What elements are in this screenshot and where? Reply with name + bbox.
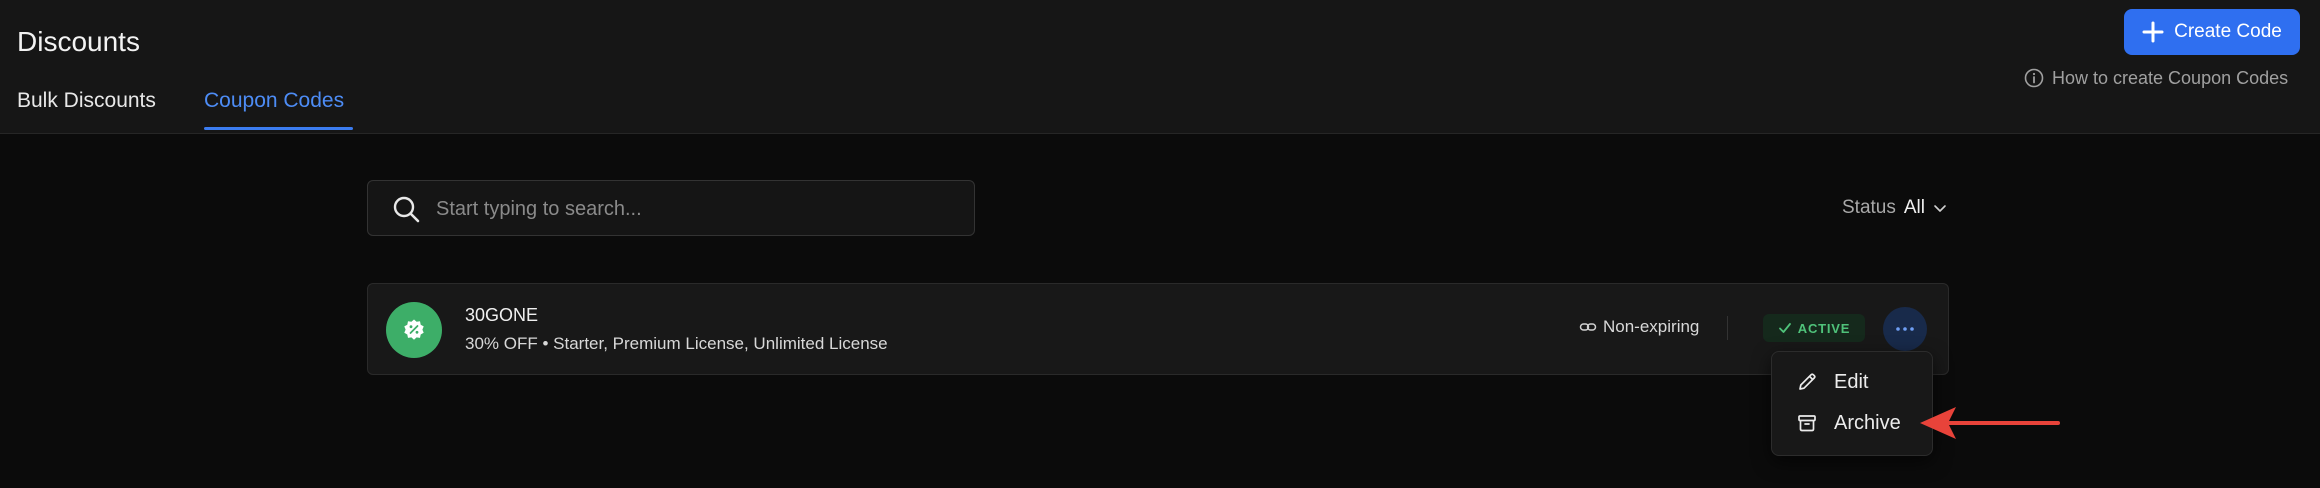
menu-item-edit[interactable]: Edit (1772, 362, 1932, 402)
tab-bulk-discounts[interactable]: Bulk Discounts (17, 89, 156, 113)
help-link-label: How to create Coupon Codes (2052, 67, 2289, 88)
coupon-actions-menu: Edit Archive (1771, 351, 1933, 456)
chevron-down-icon (1934, 205, 1946, 212)
status-badge-label: ACTIVE (1797, 320, 1851, 336)
status-filter-label: Status (1842, 197, 1896, 218)
tab-coupon-codes[interactable]: Coupon Codes (204, 89, 344, 113)
archive-icon (1798, 415, 1816, 432)
menu-item-archive[interactable]: Archive (1772, 403, 1932, 443)
divider (1727, 316, 1728, 340)
active-tab-indicator (204, 127, 353, 130)
plus-icon (2142, 21, 2164, 43)
status-filter[interactable]: Status All (1842, 194, 1947, 222)
search-icon (393, 196, 420, 223)
info-icon (2024, 68, 2044, 88)
check-icon (1778, 323, 1791, 333)
page-title: Discounts (17, 26, 140, 57)
search-input[interactable] (436, 193, 956, 225)
pencil-icon (1799, 373, 1816, 390)
percent-badge-icon (386, 302, 442, 358)
menu-item-archive-label: Archive (1834, 411, 1901, 434)
link-icon (1579, 323, 1597, 331)
more-options-button[interactable] (1883, 307, 1927, 351)
create-code-label: Create Code (2174, 21, 2282, 42)
expiry-info: Non-expiring (1579, 316, 1699, 338)
coupon-description: 30% OFF • Starter, Premium License, Unli… (465, 334, 888, 353)
annotation-arrow-icon (1920, 407, 2060, 439)
page-header: Discounts Bulk Discounts Coupon Codes Cr… (0, 0, 2320, 134)
status-filter-value: All (1903, 197, 1925, 218)
ellipsis-icon (1896, 327, 1914, 331)
help-link[interactable]: How to create Coupon Codes (2024, 66, 2288, 90)
coupon-code: 30GONE (465, 305, 539, 325)
menu-item-edit-label: Edit (1834, 370, 1869, 393)
create-code-button[interactable]: Create Code (2124, 9, 2300, 55)
expiry-label: Non-expiring (1603, 317, 1700, 336)
coupon-row[interactable]: 30GONE 30% OFF • Starter, Premium Licens… (367, 283, 1949, 375)
status-badge: ACTIVE (1763, 314, 1865, 342)
search-box[interactable] (367, 180, 975, 236)
